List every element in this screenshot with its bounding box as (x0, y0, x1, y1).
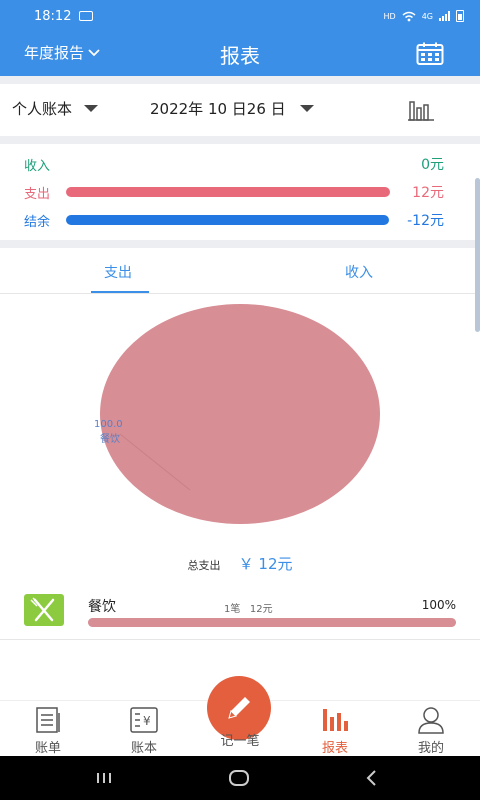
back-button[interactable] (364, 766, 380, 794)
chart-type-button[interactable] (406, 96, 436, 122)
nav-mine-label: 我的 (417, 741, 444, 756)
category-progress-track (88, 618, 456, 627)
nav-report[interactable]: 报表 (305, 705, 365, 756)
caret-down-icon (84, 105, 99, 112)
income-value: 0元 (421, 157, 444, 173)
filter-row: 个人账本 2022年 10 日26 日 (0, 84, 480, 136)
status-bar: 18:12 HD 4G (0, 0, 480, 32)
scrollbar[interactable] (475, 178, 480, 332)
tab-expense[interactable]: 支出 (104, 262, 132, 282)
category-meta: 1笔 12元 (224, 600, 273, 615)
pie-chart-svg (100, 304, 380, 524)
balance-label: 结余 (24, 214, 51, 230)
calendar-button[interactable] (416, 42, 444, 66)
nav-mine[interactable]: 我的 (401, 705, 461, 756)
page-title: 报表 (220, 44, 260, 68)
bar-chart-icon (323, 709, 348, 731)
nav-book[interactable]: ¥ 账本 (114, 705, 174, 756)
bill-icon (36, 707, 60, 733)
date-dropdown[interactable]: 2022年 10 日26 日 (150, 98, 314, 119)
category-amount: 12元 (249, 604, 273, 615)
user-icon (418, 707, 444, 734)
app-header: 年度报告 报表 (0, 32, 480, 76)
fork-knife-icon (30, 597, 55, 622)
balance-value: -12元 (407, 213, 444, 229)
date-label: 2022年 10 日26 日 (150, 100, 286, 118)
divider (0, 136, 480, 144)
divider (0, 240, 480, 248)
signal-type: 4G (421, 11, 433, 21)
system-nav-bar (0, 756, 480, 800)
income-bar (66, 159, 390, 169)
nav-book-label: 账本 (130, 741, 157, 756)
category-percent: 100% (421, 598, 456, 612)
add-record-label: 记一笔 (220, 734, 260, 749)
expense-label: 支出 (24, 186, 51, 202)
svg-text:¥: ¥ (143, 714, 151, 728)
total-label: 总支出 (187, 559, 221, 572)
book-label: 个人账本 (12, 100, 73, 118)
book-dropdown[interactable]: 个人账本 (12, 98, 99, 119)
expense-bar (66, 187, 390, 197)
home-button[interactable] (228, 766, 250, 794)
balance-row: 结余 -12元 (24, 210, 444, 230)
type-tabs: 支出 收入 (0, 248, 480, 294)
home-icon (229, 770, 249, 786)
battery-icon (456, 10, 464, 22)
pie-slice-value: 100.0 (94, 419, 123, 430)
pencil-icon (228, 697, 250, 719)
recent-apps-icon (97, 773, 111, 783)
wifi-icon (402, 11, 416, 21)
divider (0, 76, 480, 84)
pie-slice-0[interactable] (100, 304, 380, 524)
summary-panel: 收入 0元 支出 12元 结余 -12元 (0, 144, 480, 240)
category-count: 1笔 (224, 604, 241, 615)
pie-slice-name: 餐饮 (100, 434, 120, 445)
nav-bill[interactable]: 账单 (18, 705, 78, 756)
category-progress-fill (88, 618, 456, 627)
income-row: 收入 0元 (24, 154, 444, 174)
signal-icon (439, 11, 450, 21)
expense-row: 支出 12元 (24, 182, 444, 202)
income-label: 收入 (24, 158, 51, 174)
status-indicators: HD 4G (384, 10, 464, 22)
book-icon: ¥ (130, 707, 158, 733)
balance-bar (66, 215, 390, 225)
calendar-icon (416, 42, 444, 65)
caret-down-icon (299, 105, 314, 112)
pie-chart: 100.0 餐饮 (0, 300, 480, 560)
nav-bill-label: 账单 (34, 741, 61, 756)
category-icon-box (24, 594, 64, 626)
hd-indicator: HD (383, 11, 396, 21)
recent-apps-button[interactable] (94, 766, 114, 794)
expense-value: 12元 (412, 185, 444, 201)
bar-chart-icon (408, 101, 434, 121)
category-row[interactable]: 餐饮 1笔 12元 100% (0, 588, 480, 640)
total-expense: 总支出 ￥ 12元 (0, 553, 480, 574)
total-value: ￥ 12元 (238, 555, 293, 573)
status-time: 18:12 (34, 8, 72, 24)
tab-income[interactable]: 收入 (345, 262, 373, 282)
category-name: 餐饮 (88, 599, 116, 615)
tab-indicator (91, 291, 149, 293)
nav-report-label: 报表 (321, 741, 348, 756)
back-icon (366, 770, 376, 786)
image-notification-icon (79, 11, 94, 21)
